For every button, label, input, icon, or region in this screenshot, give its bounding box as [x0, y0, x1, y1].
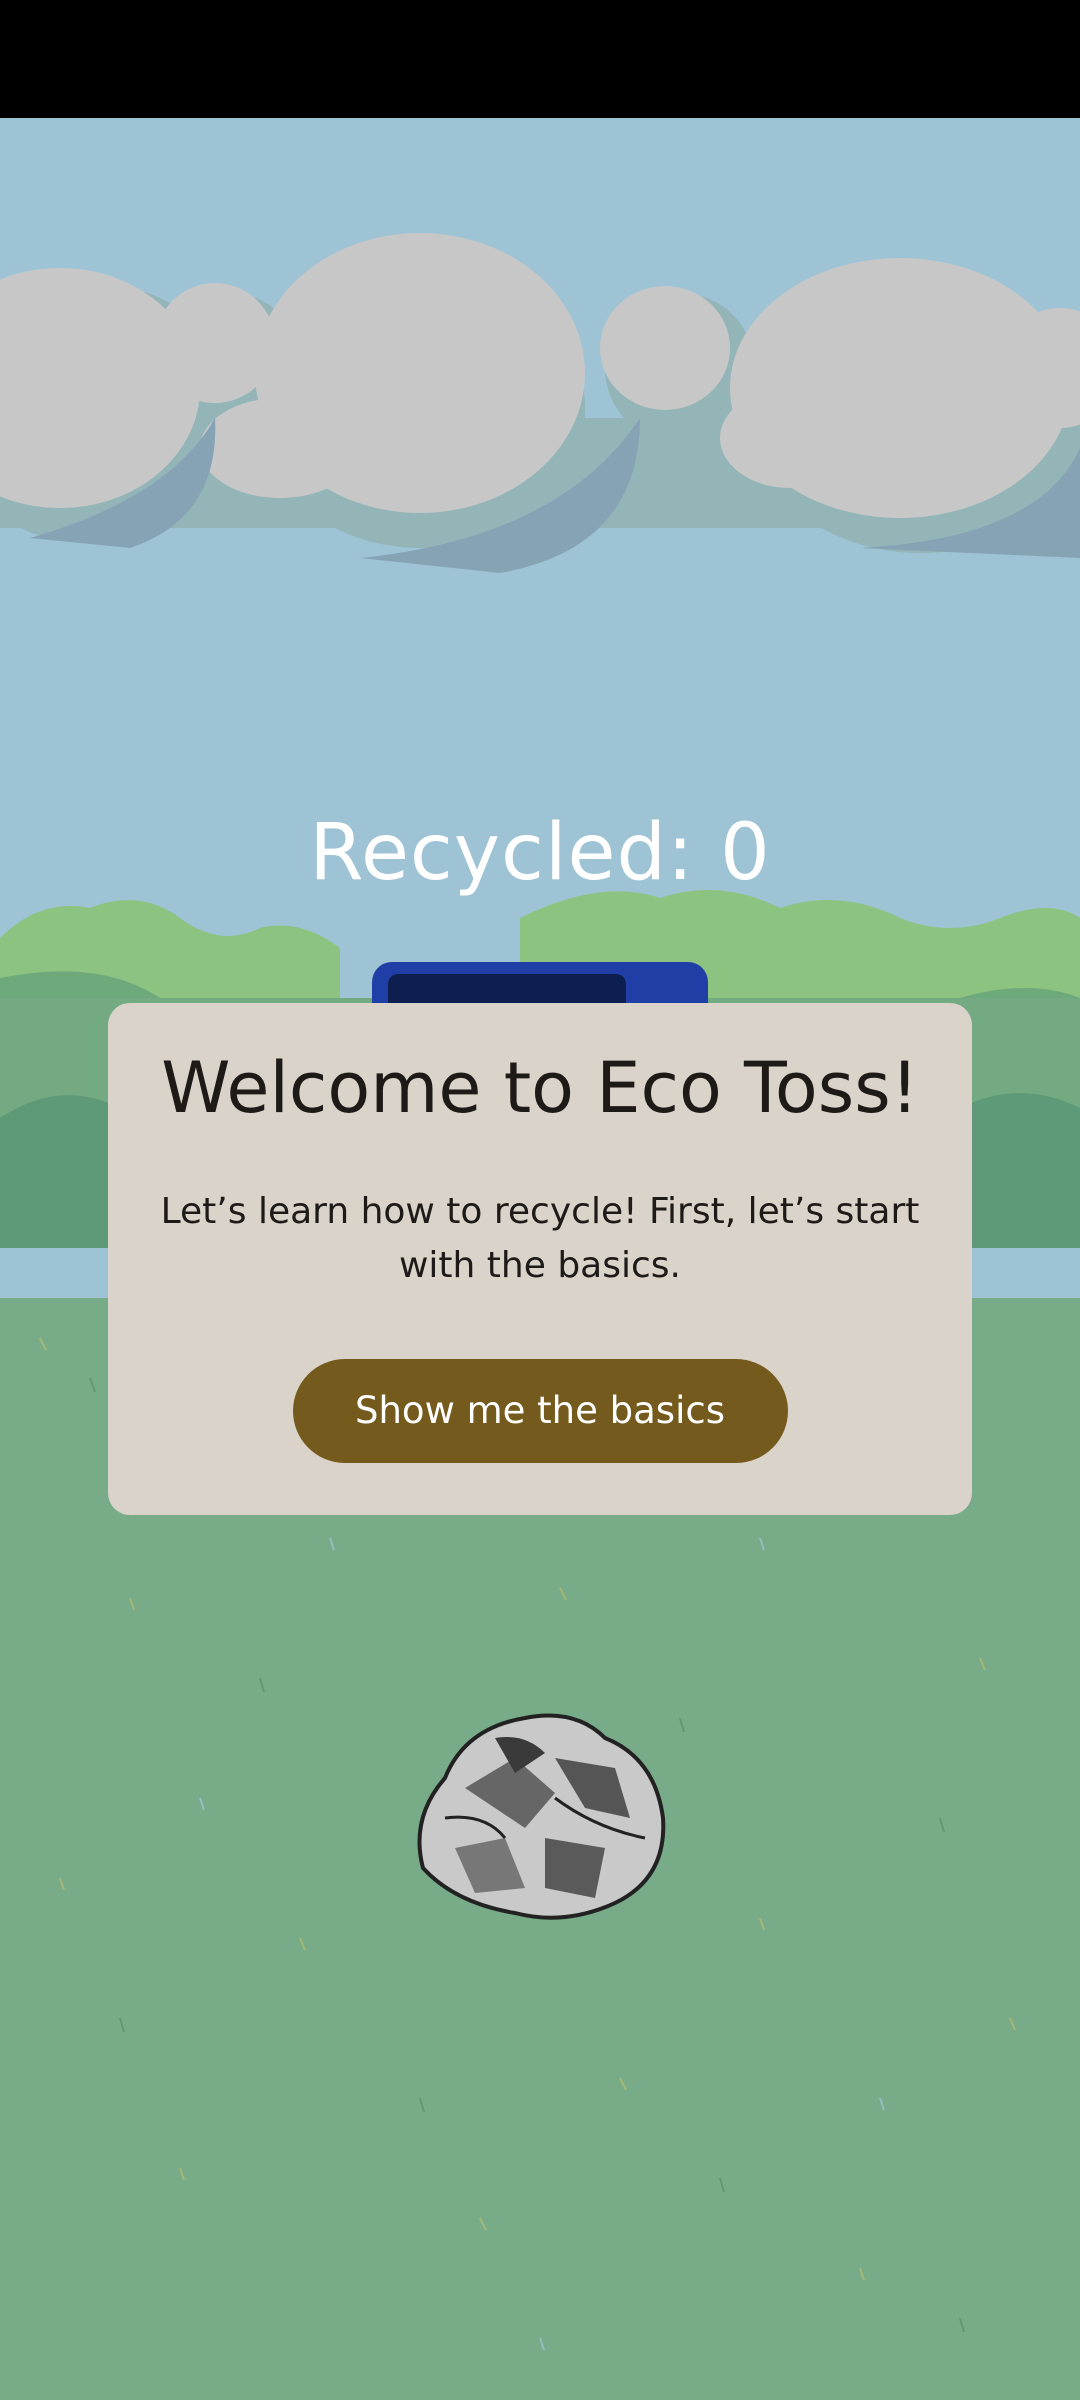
crumpled-foil-ball-icon[interactable]: [405, 1698, 675, 1928]
status-bar: [0, 0, 1080, 118]
modal-title: Welcome to Eco Toss!: [161, 1047, 919, 1129]
welcome-modal: Welcome to Eco Toss! Let’s learn how to …: [108, 1003, 972, 1515]
game-scene[interactable]: Recycled: 0 Welcome to Eco Toss! Let’s l…: [0, 118, 1080, 2400]
show-basics-button[interactable]: Show me the basics: [292, 1359, 788, 1463]
modal-message: Let’s learn how to recycle! First, let’s…: [160, 1191, 920, 1286]
recycled-score: Recycled: 0: [309, 808, 771, 898]
